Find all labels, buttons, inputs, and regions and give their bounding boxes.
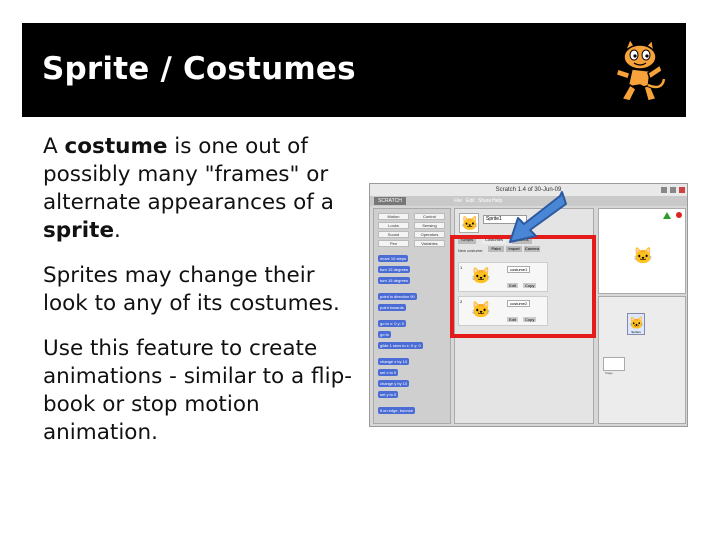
sprite-list-item: 🐱 Sprite1 (627, 313, 645, 335)
scratch-logo: SCRATCH (374, 197, 406, 205)
block-item: set x to 0 (378, 369, 399, 376)
stage-thumbnail (603, 357, 625, 371)
paragraph-animations: Use this feature to create animations - … (43, 336, 352, 445)
scratch-cat-logo-icon (615, 37, 666, 102)
category-operators: Operators (414, 231, 445, 238)
block-item: go to x: 0 y: 0 (378, 320, 407, 327)
close-icon (679, 187, 685, 193)
cat-icon: 🐱 (461, 215, 479, 231)
stop-icon (676, 212, 682, 218)
block-item: turn 15 degrees (378, 266, 411, 273)
costumes-highlight-box (450, 235, 596, 338)
cat-icon: 🐱 (633, 248, 653, 265)
block-item: set y to 0 (378, 391, 399, 398)
category-motion: Motion (378, 213, 409, 220)
sprite-list: 🐱 Sprite1 Stage (598, 296, 686, 424)
arrow-icon (509, 191, 567, 243)
sprite-thumbnail: 🐱 (459, 213, 479, 233)
sprite-list-item-label: Sprite1 (631, 330, 641, 334)
p1-text-end: . (114, 218, 121, 243)
block-item: turn 15 degrees (378, 277, 411, 284)
category-pen: Pen (378, 240, 409, 247)
category-variables: Variables (414, 240, 445, 247)
block-item: change x by 10 (378, 358, 410, 365)
title-bar: Sprite / Costumes (22, 23, 686, 117)
category-control: Control (414, 213, 445, 220)
block-item: point towards (378, 304, 406, 311)
p1-text-start: A (43, 134, 65, 159)
minimize-icon (661, 187, 667, 193)
block-item: change y by 10 (378, 380, 410, 387)
green-flag-icon (663, 212, 671, 219)
maximize-icon (670, 187, 676, 193)
category-looks: Looks (378, 222, 409, 229)
block-item: move 10 steps (378, 255, 409, 262)
paragraph-change-costumes: Sprites may change their look to any of … (43, 263, 340, 316)
slide-body: A costume is one out of possibly many "f… (43, 133, 363, 464)
stage-label: Stage (605, 371, 613, 375)
block-item: if on edge, bounce (378, 407, 415, 414)
category-sound: Sound (378, 231, 409, 238)
menu-edit: Edit (466, 198, 475, 204)
block-item: go to (378, 331, 391, 338)
block-item: glide 1 secs to x: 0 y: 0 (378, 342, 423, 349)
category-sensing: Sensing (414, 222, 445, 229)
p1-bold-costume: costume (64, 134, 168, 159)
block-palette: Motion Control Looks Sensing Sound Opera… (373, 208, 451, 424)
menu-file: File (454, 198, 463, 204)
slide-title: Sprite / Costumes (42, 51, 356, 87)
stage-preview: 🐱 (598, 208, 686, 294)
p1-bold-sprite: sprite (43, 218, 115, 243)
cat-icon: 🐱 (629, 316, 644, 330)
paragraph-costume-definition: A costume is one out of possibly many "f… (43, 133, 363, 245)
block-item: point in direction 90 (378, 293, 417, 300)
